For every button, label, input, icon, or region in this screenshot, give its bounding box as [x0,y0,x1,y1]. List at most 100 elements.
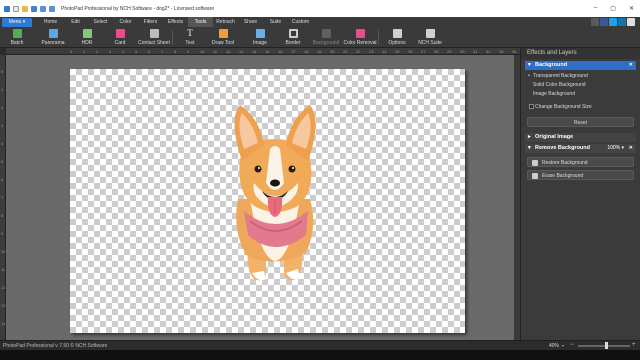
tab-retouch[interactable]: Retouch [213,19,238,25]
ruler-tick-label: 14 [252,49,257,54]
ruler-tick-label: 10 [1,249,6,254]
twitter-icon[interactable] [609,18,617,26]
batch-icon [12,29,22,38]
ruler-tick-label: 10 [200,49,205,54]
brush-zoom-dropdown[interactable]: 100% ▾ [607,144,624,153]
canvas-workspace[interactable] [6,55,520,340]
selected-bullet-icon: • [528,73,530,79]
ruler-tick-label: 31 [473,49,478,54]
share-icon[interactable] [627,18,635,26]
zoom-slider[interactable] [578,342,630,349]
option-transparent-background[interactable]: • Transparent Background [521,72,640,81]
ruler-tick-label: 7 [1,195,4,200]
remove-background-section-header[interactable]: ▾ Remove Background 100% ▾ ✕ [525,144,636,153]
ruler-tick-label: 33 [499,49,504,54]
ruler-tick-label: 14 [1,321,6,326]
erase-background-button[interactable]: Erase Background [527,170,634,180]
open-icon[interactable] [22,5,28,12]
batch-button[interactable]: Batch [0,29,37,46]
title-bar: PhotoPad Professional by NCH Software - … [0,0,640,17]
zoom-dropdown-icon[interactable]: ▾ [562,343,564,348]
zoom-in-icon[interactable]: + [632,342,636,348]
tab-effects[interactable]: Effects [163,19,188,25]
ruler-tick-label: 6 [148,49,151,54]
ruler-tick-label: 20 [330,49,335,54]
close-button[interactable]: ✕ [629,5,634,12]
option-label: Transparent Background [533,73,588,79]
ruler-tick-label: 1 [1,87,4,92]
maximize-button[interactable]: ▢ [610,5,616,12]
ruler-tick-label: 21 [343,49,348,54]
ruler-tick-label: 2 [1,105,4,110]
tab-share[interactable]: Share [238,19,263,25]
zoom-slider-handle[interactable] [604,342,608,349]
tab-select[interactable]: Select [88,19,113,25]
dog-image [234,105,316,281]
ruler-tick-label: 24 [382,49,387,54]
ruler-tick-label: 4 [1,141,4,146]
hdr-label: HDR [81,40,93,46]
nch-suite-button[interactable]: NCH Suite [410,29,450,46]
tab-edit[interactable]: Edit [63,19,88,25]
ruler-tick-label: 5 [135,49,138,54]
original-image-section-title: Original Image [535,134,574,140]
checkbox-label: Change Background Size [535,104,592,110]
ruler-tick-label: 9 [1,231,4,236]
close-section-icon[interactable]: ✕ [629,144,633,153]
option-solid-color-background[interactable]: Solid Color Background [521,81,640,90]
tab-suite[interactable]: Suite [263,19,288,25]
batch-label: Batch [10,40,24,46]
ruler-tick-label: 23 [369,49,374,54]
ruler-tick-label: 13 [1,303,6,308]
color-removal-label: Color Removal [343,40,377,46]
help-icon[interactable] [591,18,599,26]
draw-tool-button[interactable]: Draw Tool [203,29,243,46]
remove-background-section-title: Remove Background [535,145,591,151]
zoom-out-icon[interactable]: − [570,342,574,348]
reset-button[interactable]: Reset [527,117,634,127]
image-canvas[interactable] [70,69,465,333]
ruler-tick-label: 9 [187,49,190,54]
status-text: PhotoPad Professional v 7.50 © NCH Softw… [3,343,108,349]
tab-tools[interactable]: Tools [188,17,213,27]
card-icon [115,29,125,38]
tab-filters[interactable]: Filters [138,19,163,25]
border-label: Border [285,40,301,46]
contact-sheet-button[interactable]: Contact Sheet [134,29,174,46]
new-icon[interactable] [13,5,19,12]
change-background-size-checkbox[interactable]: Change Background Size [521,101,640,113]
menu-button[interactable]: Menu ▾ [2,17,32,27]
ruler-tick-label: 11 [213,49,218,54]
facebook-icon[interactable] [600,18,608,26]
effects-layers-panel: Effects and Layers ▾ Background ✕ • Tran… [520,48,640,340]
option-label: Solid Color Background [533,82,586,88]
restore-background-button[interactable]: Restore Background [527,157,634,167]
linkedin-icon[interactable] [618,18,626,26]
ruler-tick-label: 19 [317,49,322,54]
close-section-icon[interactable]: ✕ [629,61,633,70]
original-image-section-header[interactable]: ▸ Original Image [525,133,636,142]
options-label: Options [388,40,406,46]
background-label: Background [312,40,340,46]
panel-title: Effects and Layers [521,48,640,59]
ruler-tick-label: 13 [239,49,244,54]
option-label: Image Background [533,91,575,97]
ruler-tick-label: 5 [1,159,4,164]
window-title: PhotoPad Professional by NCH Software - … [61,5,215,12]
checkbox-box[interactable] [529,104,534,109]
minimize-button[interactable]: – [594,5,597,12]
undo-icon[interactable] [40,5,46,12]
option-image-background[interactable]: Image Background [521,90,640,99]
zoom-level[interactable]: 40% [549,343,559,349]
redo-icon[interactable] [49,5,55,12]
nch-suite-icon [425,29,435,38]
ruler-tick-label: 4 [122,49,125,54]
tab-custom[interactable]: Custom [288,19,313,25]
color-removal-button[interactable]: Color Removal [340,29,380,46]
ruler-tick-label: 30 [460,49,465,54]
tab-home[interactable]: Home [38,19,63,25]
tab-color[interactable]: Color [113,19,138,25]
save-icon[interactable] [31,5,37,12]
background-section-header[interactable]: ▾ Background ✕ [525,61,636,70]
menu-tab-bar: Menu ▾ Home Edit Select Color Filters Ef… [0,17,640,27]
